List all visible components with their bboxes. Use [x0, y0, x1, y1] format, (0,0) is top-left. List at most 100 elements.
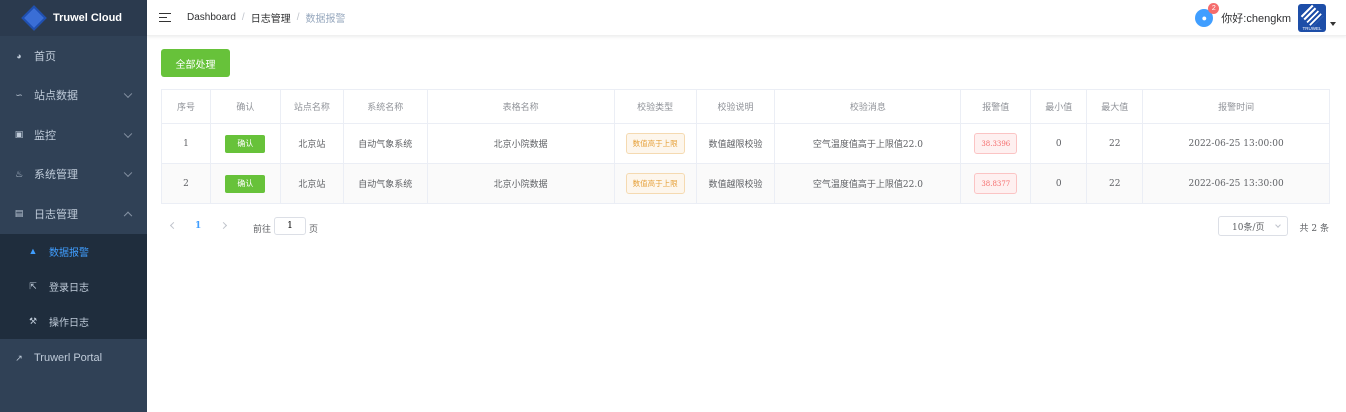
log-icon: ▤ [14, 208, 24, 219]
column-header: 表格名称 [427, 90, 615, 124]
breadcrumb-dashboard[interactable]: Dashboard [187, 12, 236, 23]
cell-confirm: 确认 [210, 164, 281, 204]
page-number-current[interactable]: 1 [195, 221, 201, 231]
check-type-tag: 数值高于上限 [625, 133, 685, 154]
sidebar-item-station-data[interactable]: ∽ 站点数据 [0, 76, 147, 116]
sidebar-item-monitor[interactable]: ▣ 监控 [0, 115, 147, 155]
cell-check-desc: 数值越限校验 [696, 164, 776, 204]
table-row: 1 确认 北京站 自动气象系统 北京小院数据 数值高于上限 数值越限校验 空气温… [162, 124, 1331, 164]
process-all-button[interactable]: 全部处理 [161, 49, 230, 77]
column-header: 报警值 [961, 90, 1032, 124]
cell-min: 0 [1031, 124, 1088, 164]
alarm-value-tag: 38.3396 [974, 133, 1018, 154]
table-row: 2 确认 北京站 自动气象系统 北京小院数据 数值高于上限 数值越限校验 空气温… [162, 164, 1331, 204]
app-name: Truwel Cloud [52, 12, 123, 24]
cell-table: 北京小院数据 [427, 124, 615, 164]
column-header: 校验说明 [696, 90, 776, 124]
column-header: 确认 [210, 90, 281, 124]
sidebar-item-portal[interactable]: ↗ Truwerl Portal [0, 339, 147, 379]
confirm-button[interactable]: 确认 [225, 174, 266, 193]
sidebar-subitem-login-log[interactable]: ⇱ 登录日志 [0, 269, 147, 304]
sidebar-item-label: Truwerl Portal [34, 352, 103, 365]
chevron-down-icon [1275, 222, 1281, 228]
goto-page-input[interactable] [274, 217, 307, 235]
cell-index: 1 [162, 124, 211, 164]
chevron-up-icon [123, 211, 133, 220]
cell-min: 0 [1031, 164, 1088, 204]
alarm-table: 序号 确认 站点名称 系统名称 表格名称 校验类型 校验说明 校验消息 报警值 … [161, 89, 1331, 204]
breadcrumb-log-management[interactable]: 日志管理 [251, 10, 291, 25]
goto-prefix: 前往 [253, 224, 272, 235]
column-header: 校验消息 [775, 90, 962, 124]
notification-bell-icon[interactable]: ● 2 [1195, 3, 1220, 27]
cell-station: 北京站 [280, 164, 344, 204]
sidebar-subitem-label: 操作日志 [49, 317, 89, 329]
alarm-value-tag: 38.8377 [974, 173, 1018, 194]
table-header-row: 序号 确认 站点名称 系统名称 表格名称 校验类型 校验说明 校验消息 报警值 … [162, 90, 1331, 124]
sidebar-item-home[interactable]: ◕ 首页 [0, 36, 147, 76]
cell-index: 2 [162, 164, 211, 204]
cell-system: 自动气象系统 [343, 124, 428, 164]
breadcrumb: Dashboard / 日志管理 / 数据报警 [187, 10, 345, 25]
hamburger-icon[interactable] [159, 12, 171, 23]
cell-check-type: 数值高于上限 [614, 164, 697, 204]
cell-station: 北京站 [280, 124, 344, 164]
wrench-icon: ⚒ [28, 315, 38, 326]
sidebar-item-label: 首页 [34, 50, 56, 63]
cell-message: 空气温度值高于上限值22.0 [775, 164, 962, 204]
user-area: ● 2 你好:chengkm TRUWEL [1195, 0, 1336, 36]
avatar-logo-icon [1300, 4, 1324, 28]
cell-alarm-value: 38.3396 [961, 124, 1032, 164]
sidebar-item-label: 监控 [34, 129, 56, 142]
next-page-icon[interactable] [219, 221, 228, 230]
sidebar-subitem-label: 数据报警 [49, 247, 89, 259]
user-greeting: 你好:chengkm [1221, 13, 1291, 25]
cell-message: 空气温度值高于上限值22.0 [775, 124, 962, 164]
sidebar-item-system[interactable]: ♨ 系统管理 [0, 155, 147, 195]
sidebar-subitem-label: 登录日志 [49, 282, 89, 294]
cell-check-type: 数值高于上限 [614, 124, 697, 164]
chart-icon: ∽ [15, 89, 23, 100]
page-size-value: 10条/页 [1232, 222, 1265, 233]
column-header: 序号 [162, 90, 211, 124]
avatar-text: TRUWEL [1302, 26, 1322, 31]
page-size-select[interactable]: 10条/页 [1218, 216, 1288, 236]
caret-down-icon[interactable] [1330, 22, 1336, 26]
breadcrumb-separator: / [296, 12, 300, 23]
cell-alarm-value: 38.8377 [961, 164, 1032, 204]
column-header: 校验类型 [614, 90, 697, 124]
column-header: 系统名称 [343, 90, 428, 124]
logo[interactable]: Truwel Cloud [0, 0, 147, 36]
sidebar-item-label: 日志管理 [34, 208, 78, 221]
check-type-tag: 数值高于上限 [625, 173, 685, 194]
external-link-icon: ↗ [15, 352, 23, 363]
cell-system: 自动气象系统 [343, 164, 428, 204]
main-content: 全部处理 序号 确认 站点名称 系统名称 表格名称 校验类型 校验说明 校验消息… [147, 36, 1346, 412]
confirm-button[interactable]: 确认 [225, 134, 266, 153]
monitor-icon: ▣ [14, 129, 24, 140]
column-header: 最大值 [1087, 90, 1144, 124]
chevron-down-icon [123, 168, 133, 178]
cell-max: 22 [1087, 124, 1144, 164]
cell-max: 22 [1087, 164, 1144, 204]
avatar[interactable]: TRUWEL [1298, 4, 1326, 32]
cell-confirm: 确认 [210, 124, 281, 164]
cell-time: 2022-06-25 13:00:00 [1143, 124, 1331, 164]
chevron-down-icon [123, 89, 133, 99]
app-root: Truwel Cloud ◕ 首页 ∽ 站点数据 ▣ 监控 ♨ 系统管理 ▤ 日… [0, 0, 1346, 412]
page-jumper: 前往 页 [253, 217, 319, 235]
sidebar-subitem-data-alarm[interactable]: ▲ 数据报警 [0, 234, 147, 269]
chevron-down-icon [123, 129, 133, 138]
breadcrumb-separator: / [241, 12, 245, 23]
total-count: 共 2 条 [1299, 224, 1329, 234]
pagination: 1 前往 页 10条/页 共 2 条 [161, 216, 1332, 237]
sidebar-item-label: 系统管理 [34, 169, 78, 182]
warning-icon: ▲ [28, 246, 38, 256]
prev-page-icon[interactable] [169, 221, 178, 230]
goto-suffix: 页 [309, 224, 319, 235]
sidebar-item-label: 站点数据 [34, 90, 78, 103]
sidebar-item-logs[interactable]: ▤ 日志管理 [0, 194, 147, 234]
sidebar-subitem-operation-log[interactable]: ⚒ 操作日志 [0, 304, 147, 339]
system-icon: ♨ [14, 168, 24, 179]
column-header: 报警时间 [1143, 90, 1331, 124]
